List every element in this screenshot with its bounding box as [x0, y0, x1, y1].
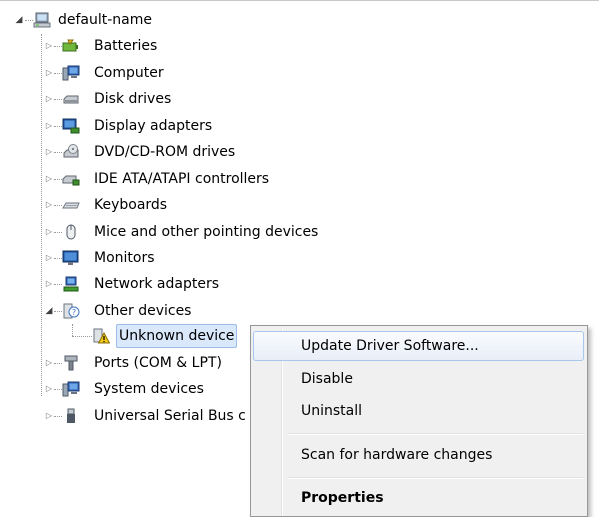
- tree-item-label: Batteries: [94, 38, 158, 54]
- tree-item-label: Monitors: [94, 250, 155, 266]
- tree-connector: [54, 232, 62, 233]
- tree-connector: [72, 324, 73, 336]
- tree-item-label: Disk drives: [94, 91, 172, 107]
- expand-arrow-icon[interactable]: ▷: [44, 404, 54, 428]
- tree-connector: [54, 205, 62, 206]
- tree-connector: [54, 363, 62, 364]
- tree-connector: [25, 20, 33, 21]
- expand-arrow-icon[interactable]: ▷: [44, 87, 54, 111]
- tree-item-label: Display adapters: [94, 118, 213, 134]
- tree-connector: [54, 179, 62, 180]
- expand-arrow-icon[interactable]: ▷: [44, 140, 54, 164]
- collapse-arrow-icon[interactable]: ◢: [14, 8, 24, 32]
- tree-connector: [54, 73, 62, 74]
- unknown-device-warning-icon: [93, 328, 110, 344]
- menu-separator: [287, 477, 583, 479]
- network-adapter-icon: [63, 276, 79, 292]
- expand-arrow-icon[interactable]: ▷: [44, 114, 54, 138]
- tree-item-label: IDE ATA/ATAPI controllers: [94, 171, 270, 187]
- computer-icon: [62, 65, 80, 81]
- tree-item-label: Other devices: [94, 303, 192, 319]
- tree-connector: [54, 284, 62, 285]
- tree-item-label: Computer: [94, 65, 164, 81]
- tree-connector: [54, 311, 62, 312]
- tree-item-label: Ports (COM & LPT): [94, 355, 222, 371]
- monitor-icon: [62, 250, 79, 265]
- tree-root-label: default-name: [58, 12, 153, 28]
- display-adapter-icon: [62, 118, 80, 134]
- menu-item-scan-for-hardware-changes[interactable]: Scan for hardware changes: [253, 440, 584, 470]
- keyboard-icon: [62, 202, 80, 209]
- tree-connector: [72, 336, 92, 337]
- expand-arrow-icon[interactable]: ▷: [44, 220, 54, 244]
- dvd-drive-icon: [63, 144, 79, 158]
- tree-item-label: Unknown device: [116, 324, 238, 348]
- tree-connector: [41, 34, 42, 396]
- menu-item-properties[interactable]: Properties: [253, 483, 584, 513]
- ide-controller-icon: [62, 175, 80, 186]
- usb-icon: [67, 408, 75, 423]
- svg-text:?: ?: [72, 308, 76, 317]
- expand-arrow-icon[interactable]: ▷: [44, 246, 54, 270]
- tree-item-label: System devices: [94, 381, 204, 397]
- disk-drive-icon: [63, 95, 79, 104]
- expand-arrow-icon[interactable]: ▷: [44, 167, 54, 191]
- context-menu: Update Driver Software... Disable Uninst…: [250, 325, 588, 517]
- expand-arrow-icon[interactable]: ▷: [44, 61, 54, 85]
- tree-item-label: Universal Serial Bus c: [94, 408, 246, 424]
- tree-connector: [54, 99, 62, 100]
- expand-arrow-icon[interactable]: ▷: [44, 272, 54, 296]
- battery-icon: [62, 39, 78, 52]
- expand-arrow-icon[interactable]: ▷: [44, 34, 54, 58]
- tree-item-label: Network adapters: [94, 276, 219, 292]
- mouse-icon: [66, 224, 76, 240]
- menu-item-uninstall[interactable]: Uninstall: [253, 396, 584, 426]
- tree-connector: [54, 389, 62, 390]
- expand-arrow-icon[interactable]: ▷: [44, 377, 54, 401]
- tree-connector: [54, 46, 62, 47]
- tree-connector: [54, 152, 62, 153]
- tree-connector: [54, 416, 62, 417]
- system-devices-icon: [62, 381, 80, 397]
- expand-arrow-icon[interactable]: ▷: [44, 193, 54, 217]
- collapse-arrow-icon[interactable]: ◢: [44, 299, 54, 323]
- expand-arrow-icon[interactable]: ▷: [44, 351, 54, 375]
- computer-root-icon: [33, 12, 51, 28]
- port-icon: [64, 355, 78, 371]
- menu-separator: [287, 433, 583, 435]
- tree-item-label: DVD/CD-ROM drives: [94, 144, 236, 160]
- tree-connector: [54, 126, 62, 127]
- menu-item-disable[interactable]: Disable: [253, 364, 584, 394]
- tree-connector: [54, 258, 62, 259]
- tree-item-label: Mice and other pointing devices: [94, 224, 319, 240]
- other-devices-icon: ?: [63, 303, 80, 319]
- tree-item-label: Keyboards: [94, 197, 168, 213]
- menu-item-update-driver-software[interactable]: Update Driver Software...: [253, 331, 584, 361]
